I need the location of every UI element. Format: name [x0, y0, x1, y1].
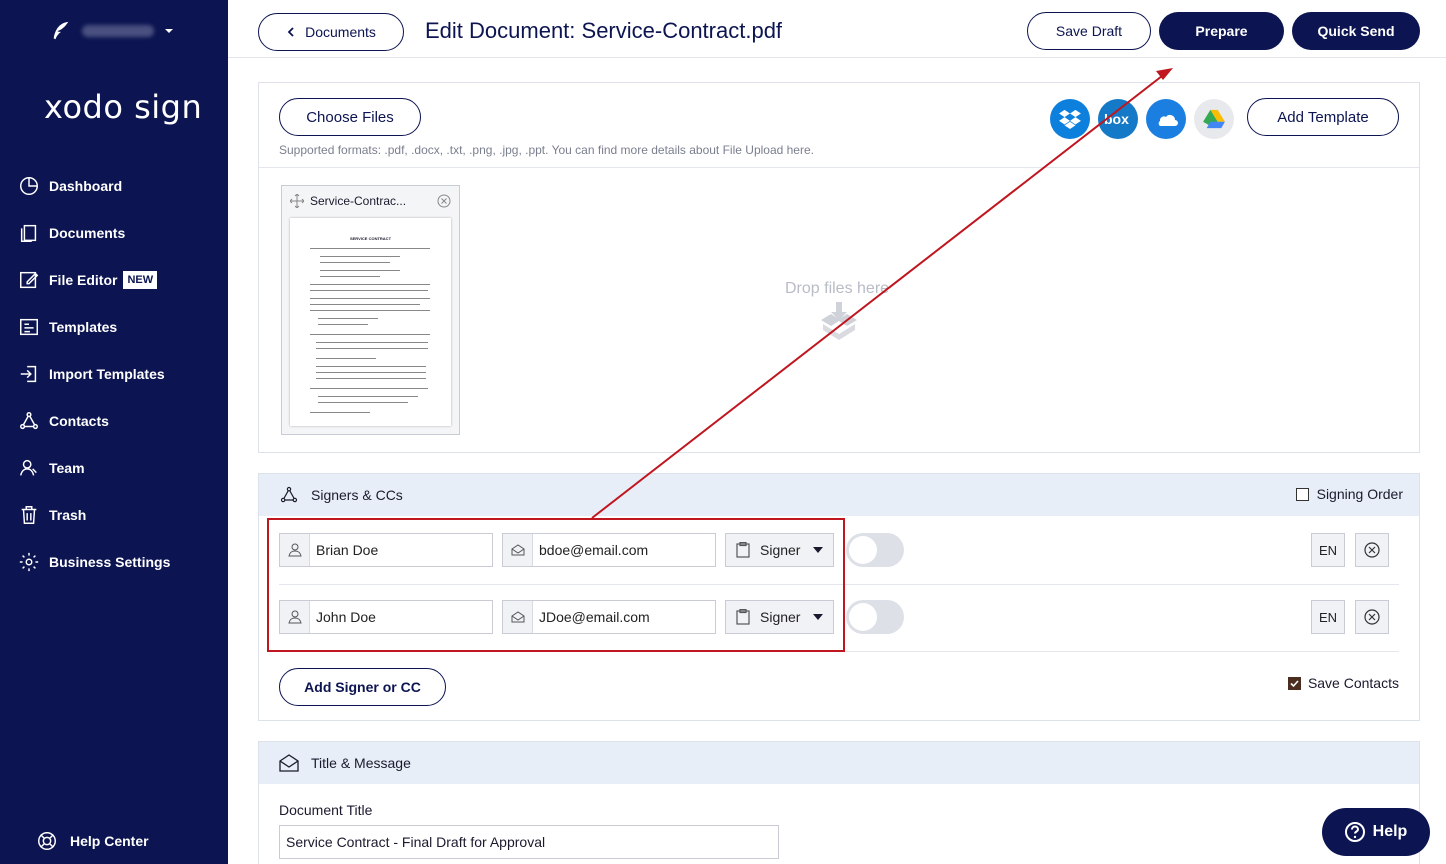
save-contacts-label: Save Contacts: [1307, 675, 1399, 691]
sidebar-item-documents[interactable]: Documents: [18, 209, 228, 256]
sidebar-item-templates[interactable]: Templates: [18, 303, 228, 350]
envelope-open-icon: [279, 754, 299, 772]
help-label: Help: [1372, 823, 1408, 840]
help-center-link[interactable]: Help Center: [36, 830, 149, 852]
page-title: Edit Document: Service-Contract.pdf: [425, 18, 783, 43]
new-badge: NEW: [123, 270, 158, 289]
title-message-title: Title & Message: [311, 755, 411, 771]
close-circle-icon: [1364, 609, 1380, 625]
signers-title: Signers & CCs: [311, 487, 403, 503]
back-to-documents-button[interactable]: Documents: [258, 13, 404, 51]
title-message-panel: Title & Message Document Title Service C…: [258, 741, 1420, 864]
sidebar-item-file-editor[interactable]: File Editor NEW: [18, 256, 228, 303]
back-label: Documents: [305, 24, 376, 40]
sidebar-item-label: File Editor: [49, 271, 118, 288]
add-template-button[interactable]: Add Template: [1247, 98, 1399, 136]
username-redacted: [82, 25, 154, 37]
save-draft-button[interactable]: Save Draft: [1027, 12, 1151, 50]
sidebar-item-label: Import Templates: [49, 365, 165, 382]
document-thumbnail[interactable]: Service-Contrac... SERVICE CONTRACT: [281, 185, 460, 435]
sidebar-item-import-templates[interactable]: Import Templates: [18, 350, 228, 397]
google-drive-icon[interactable]: [1194, 99, 1234, 139]
user-menu[interactable]: [50, 20, 174, 42]
trash-icon: [21, 505, 37, 524]
choose-files-button[interactable]: Choose Files: [279, 98, 421, 136]
signing-order-checkbox[interactable]: [1295, 487, 1309, 501]
signer-toggle[interactable]: [846, 533, 904, 567]
sidebar-item-dashboard[interactable]: Dashboard: [18, 162, 228, 209]
sidebar-item-label: Dashboard: [49, 177, 123, 194]
dashboard-icon: [20, 176, 38, 195]
thumbnail-filename: Service-Contrac...: [310, 194, 407, 208]
caret-down-icon: [165, 29, 173, 33]
chevron-left-icon: [287, 27, 294, 37]
sidebar-item-team[interactable]: Team: [18, 444, 228, 491]
remove-file-icon[interactable]: [437, 194, 451, 208]
file-drop-zone[interactable]: Service-Contrac... SERVICE CONTRACT Drop…: [259, 167, 1419, 452]
page-header: Documents Edit Document: Service-Contrac…: [228, 0, 1446, 58]
close-circle-icon: [1364, 542, 1380, 558]
sidebar-item-label: Business Settings: [49, 553, 171, 570]
sidebar-item-label: Templates: [49, 318, 118, 335]
team-icon: [20, 459, 37, 476]
help-button[interactable]: Help: [1322, 808, 1430, 856]
language-button[interactable]: EN: [1311, 600, 1345, 634]
templates-icon: [20, 318, 38, 335]
box-icon[interactable]: box: [1098, 99, 1138, 139]
signers-icon: [280, 486, 298, 503]
move-icon[interactable]: [290, 194, 304, 208]
drop-files-text: Drop files here: [785, 280, 890, 297]
contacts-icon: [20, 411, 38, 429]
question-circle-icon: [1344, 822, 1365, 842]
signing-order-label: Signing Order: [1316, 486, 1403, 502]
sidebar-item-trash[interactable]: Trash: [18, 491, 228, 538]
settings-icon: [19, 552, 39, 571]
sidebar-item-contacts[interactable]: Contacts: [18, 397, 228, 444]
remove-signer-button[interactable]: [1355, 533, 1389, 567]
language-button[interactable]: EN: [1311, 533, 1345, 567]
sidebar-item-label: Trash: [49, 506, 87, 523]
title-message-header: Title & Message: [259, 742, 1419, 784]
documents-icon: [20, 224, 37, 242]
add-signer-button[interactable]: Add Signer or CC: [279, 668, 446, 706]
quick-send-button[interactable]: Quick Send: [1292, 12, 1420, 50]
save-contacts-toggle[interactable]: Save Contacts: [1287, 675, 1399, 691]
signer-toggle[interactable]: [846, 600, 904, 634]
signers-header: Signers & CCs Signing Order: [259, 474, 1419, 516]
upload-box-icon: [821, 302, 857, 340]
sidebar-item-label: Team: [49, 459, 85, 476]
sidebar-item-label: Documents: [49, 224, 126, 241]
lifebuoy-icon: [38, 832, 56, 850]
dropbox-icon[interactable]: [1050, 99, 1090, 139]
checkbox-checked-icon[interactable]: [1287, 676, 1301, 690]
feather-icon: [53, 21, 69, 40]
upload-panel: Choose Files Supported formats: .pdf, .d…: [258, 82, 1420, 453]
document-heading: SERVICE CONTRACT: [349, 236, 392, 241]
sidebar-item-label: Contacts: [49, 412, 109, 429]
remove-signer-button[interactable]: [1355, 600, 1389, 634]
annotation-highlight-box: [267, 518, 845, 652]
document-title-label: Document Title: [279, 802, 373, 818]
sidebar: xodo sign Dashboard Documents File Edito…: [0, 0, 228, 864]
onedrive-icon[interactable]: [1146, 99, 1186, 139]
document-title-input[interactable]: Service Contract - Final Draft for Appro…: [279, 825, 779, 859]
supported-formats-text: Supported formats: .pdf, .docx, .txt, .p…: [279, 143, 814, 157]
file-editor-icon: [20, 271, 39, 288]
prepare-button[interactable]: Prepare: [1159, 12, 1284, 50]
sidebar-nav: Dashboard Documents File Editor NEW Temp…: [18, 162, 228, 585]
document-page-preview: SERVICE CONTRACT: [290, 218, 451, 426]
import-icon: [20, 365, 37, 382]
sidebar-item-business-settings[interactable]: Business Settings: [18, 538, 228, 585]
signing-order-toggle[interactable]: Signing Order: [1295, 486, 1403, 502]
xodo-sign-logo: xodo sign: [44, 88, 203, 126]
help-center-label: Help Center: [70, 833, 149, 849]
svg-text:box: box: [1104, 112, 1129, 126]
